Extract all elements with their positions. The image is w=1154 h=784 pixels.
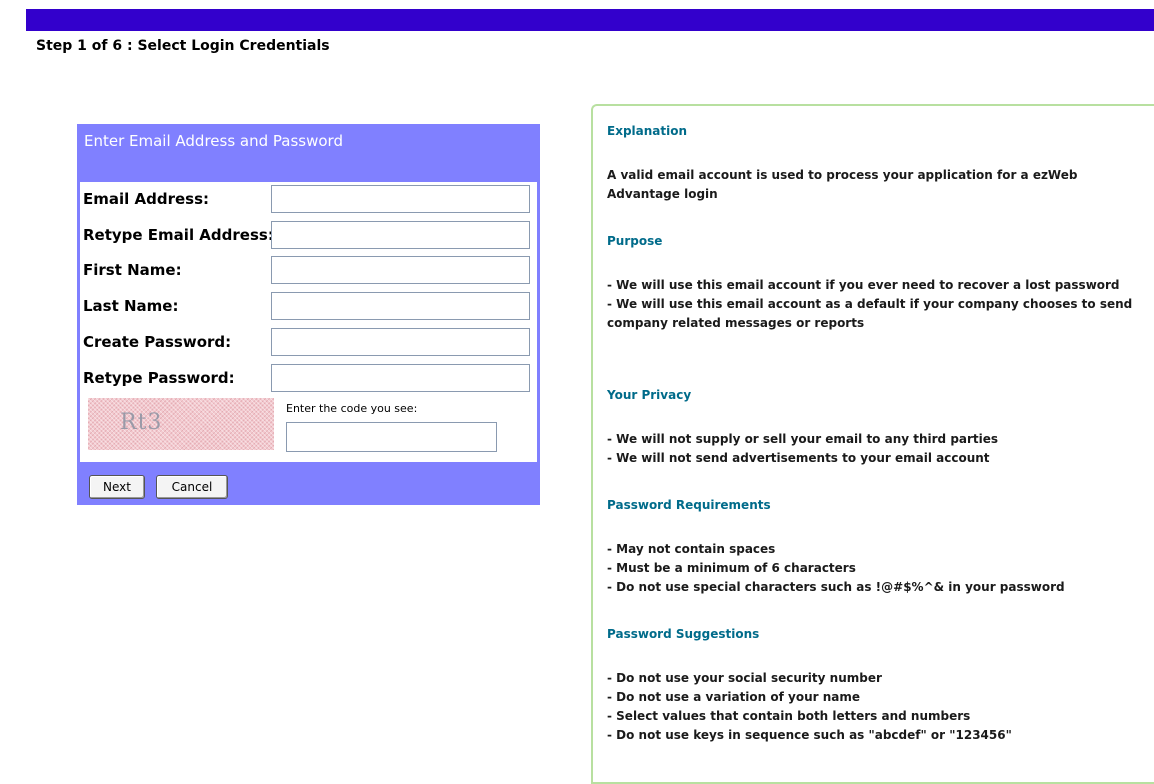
privacy-line: - We will not supply or sell your email …: [607, 432, 999, 446]
explanation-heading: Explanation: [607, 124, 688, 138]
suggestion-line: - Do not use keys in sequence such as "a…: [607, 728, 1012, 742]
login-panel: Enter Email Address and Password Email A…: [77, 124, 540, 505]
email-label: Email Address:: [83, 190, 210, 208]
password-suggestions-heading: Password Suggestions: [607, 627, 760, 641]
retype-email-input[interactable]: [271, 221, 530, 249]
header-bar: Innovative Employer Solutions - Create N…: [26, 9, 1154, 50]
captcha-input[interactable]: [286, 422, 497, 452]
captcha-text: Rt3: [120, 410, 163, 435]
password-suggestions-body: - Do not use your social security number…: [607, 669, 1147, 745]
next-button[interactable]: Next: [89, 475, 145, 499]
last-name-label: Last Name:: [83, 297, 179, 315]
last-name-input[interactable]: [271, 292, 530, 320]
privacy-line: - We will not send advertisements to you…: [607, 451, 990, 465]
first-name-label: First Name:: [83, 261, 182, 279]
cancel-button[interactable]: Cancel: [156, 475, 228, 499]
retype-password-label: Retype Password:: [83, 369, 235, 387]
retype-password-input[interactable]: [271, 364, 530, 392]
privacy-heading: Your Privacy: [607, 388, 692, 402]
privacy-body: - We will not supply or sell your email …: [607, 430, 1147, 468]
suggestion-line: - Do not use a variation of your name: [607, 690, 861, 704]
explanation-panel: Explanation A valid email account is use…: [591, 104, 1154, 784]
suggestion-line: - Do not use your social security number: [607, 671, 882, 685]
suggestion-line: - Select values that contain both letter…: [607, 709, 971, 723]
requirement-line: - May not contain spaces: [607, 542, 776, 556]
create-password-input[interactable]: [271, 328, 530, 356]
explanation-line: A valid email account is used to process…: [607, 168, 1078, 201]
form-area: Email Address: Retype Email Address: Fir…: [80, 182, 537, 462]
first-name-input[interactable]: [271, 256, 530, 284]
retype-email-label: Retype Email Address:: [83, 226, 274, 244]
email-input[interactable]: [271, 185, 530, 213]
panel-title: Enter Email Address and Password: [84, 132, 343, 150]
purpose-heading: Purpose: [607, 234, 663, 248]
captcha-label: Enter the code you see:: [286, 402, 418, 415]
requirement-line: - Must be a minimum of 6 characters: [607, 561, 856, 575]
password-requirements-body: - May not contain spaces - Must be a min…: [607, 540, 1147, 597]
step-title: Step 1 of 6 : Select Login Credentials: [36, 38, 330, 54]
purpose-line: - We will use this email account as a de…: [607, 297, 1133, 330]
purpose-line: - We will use this email account if you …: [607, 278, 1120, 292]
purpose-body: - We will use this email account if you …: [607, 276, 1147, 333]
create-password-label: Create Password:: [83, 333, 232, 351]
requirement-line: - Do not use special characters such as …: [607, 580, 1065, 594]
explanation-body: A valid email account is used to process…: [607, 166, 1087, 204]
password-requirements-heading: Password Requirements: [607, 498, 771, 512]
captcha-image: Rt3: [88, 398, 274, 450]
